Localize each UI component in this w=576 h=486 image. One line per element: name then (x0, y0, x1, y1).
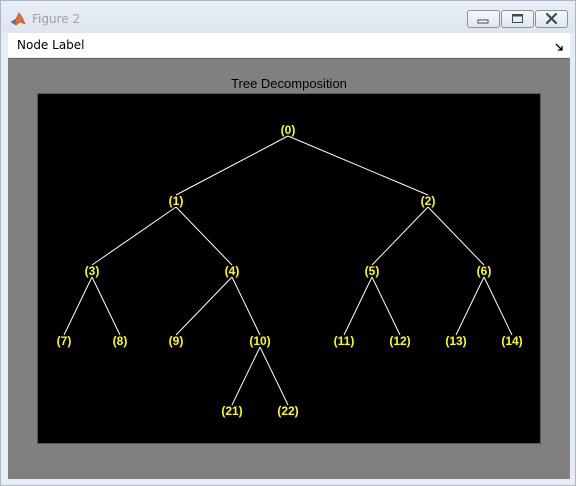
tree-node-label-8[interactable]: (8) (113, 334, 128, 348)
tree-edge-2-6 (427, 206, 485, 266)
tree-node-label-4[interactable]: (4) (225, 264, 240, 278)
window-title: Figure 2 (32, 12, 81, 26)
tree-plot: (0) (1) (2) (3) (4) (5) (6) (7) (8) (9) (10) (11) (1… (57, 123, 523, 418)
tree-edge-5-11 (343, 276, 373, 336)
tree-node-label-12[interactable]: (12) (389, 334, 410, 348)
title-bar[interactable]: Figure 2 (1, 1, 575, 33)
tree-node-label-0[interactable]: (0) (281, 123, 296, 137)
tree-edge-4-10 (231, 276, 261, 336)
tree-edge-2-5 (371, 206, 429, 266)
figure-window: Figure 2 Node Label Tree Decomposition (… (0, 0, 576, 486)
menu-bar: Node Label (8, 33, 570, 57)
tree-node-label-22[interactable]: (22) (277, 404, 298, 418)
minimize-icon (477, 19, 489, 24)
tree-edge-0-2 (287, 135, 429, 196)
plot-axes: (0) (1) (2) (3) (4) (5) (6) (7) (8) (9) (10) (11) (1… (37, 93, 541, 444)
close-button[interactable] (535, 10, 568, 28)
minimize-button[interactable] (467, 10, 500, 28)
tree-node-label-13[interactable]: (13) (445, 334, 466, 348)
tree-node-label-5[interactable]: (5) (365, 264, 380, 278)
tree-node-label-6[interactable]: (6) (477, 264, 492, 278)
tree-edge-3-7 (63, 276, 93, 336)
tree-node-label-1[interactable]: (1) (169, 194, 184, 208)
tree-edge-10-22 (259, 346, 289, 406)
tree-node-label-3[interactable]: (3) (85, 264, 100, 278)
tree-node-label-9[interactable]: (9) (169, 334, 184, 348)
matlab-icon (10, 11, 26, 27)
tree-node-label-10[interactable]: (10) (249, 334, 270, 348)
dock-arrow-icon[interactable] (554, 39, 566, 51)
tree-edge-0-1 (175, 135, 289, 196)
tree-edge-1-3 (91, 206, 177, 266)
tree-edge-6-14 (483, 276, 513, 336)
tree-node-label-2[interactable]: (2) (421, 194, 436, 208)
tree-node-label-7[interactable]: (7) (57, 334, 72, 348)
tree-edge-10-21 (231, 346, 261, 406)
figure-canvas: Tree Decomposition (0) (1) (2) (3) (4) (5) (6)… (8, 58, 570, 479)
maximize-button[interactable] (501, 10, 534, 28)
tree-edge-5-12 (371, 276, 401, 336)
tree-edge-6-13 (455, 276, 485, 336)
tree-node-label-11[interactable]: (11) (334, 334, 355, 348)
tree-node-label-14[interactable]: (14) (501, 334, 522, 348)
node-label-menu[interactable]: Node Label (17, 38, 85, 52)
tree-node-label-21[interactable]: (21) (221, 404, 242, 418)
tree-edge-1-4 (175, 206, 233, 266)
maximize-icon (512, 14, 523, 23)
tree-edge-3-8 (91, 276, 121, 336)
axes-title: Tree Decomposition (231, 76, 347, 91)
tree-edge-4-9 (175, 276, 233, 336)
close-icon (545, 12, 558, 25)
